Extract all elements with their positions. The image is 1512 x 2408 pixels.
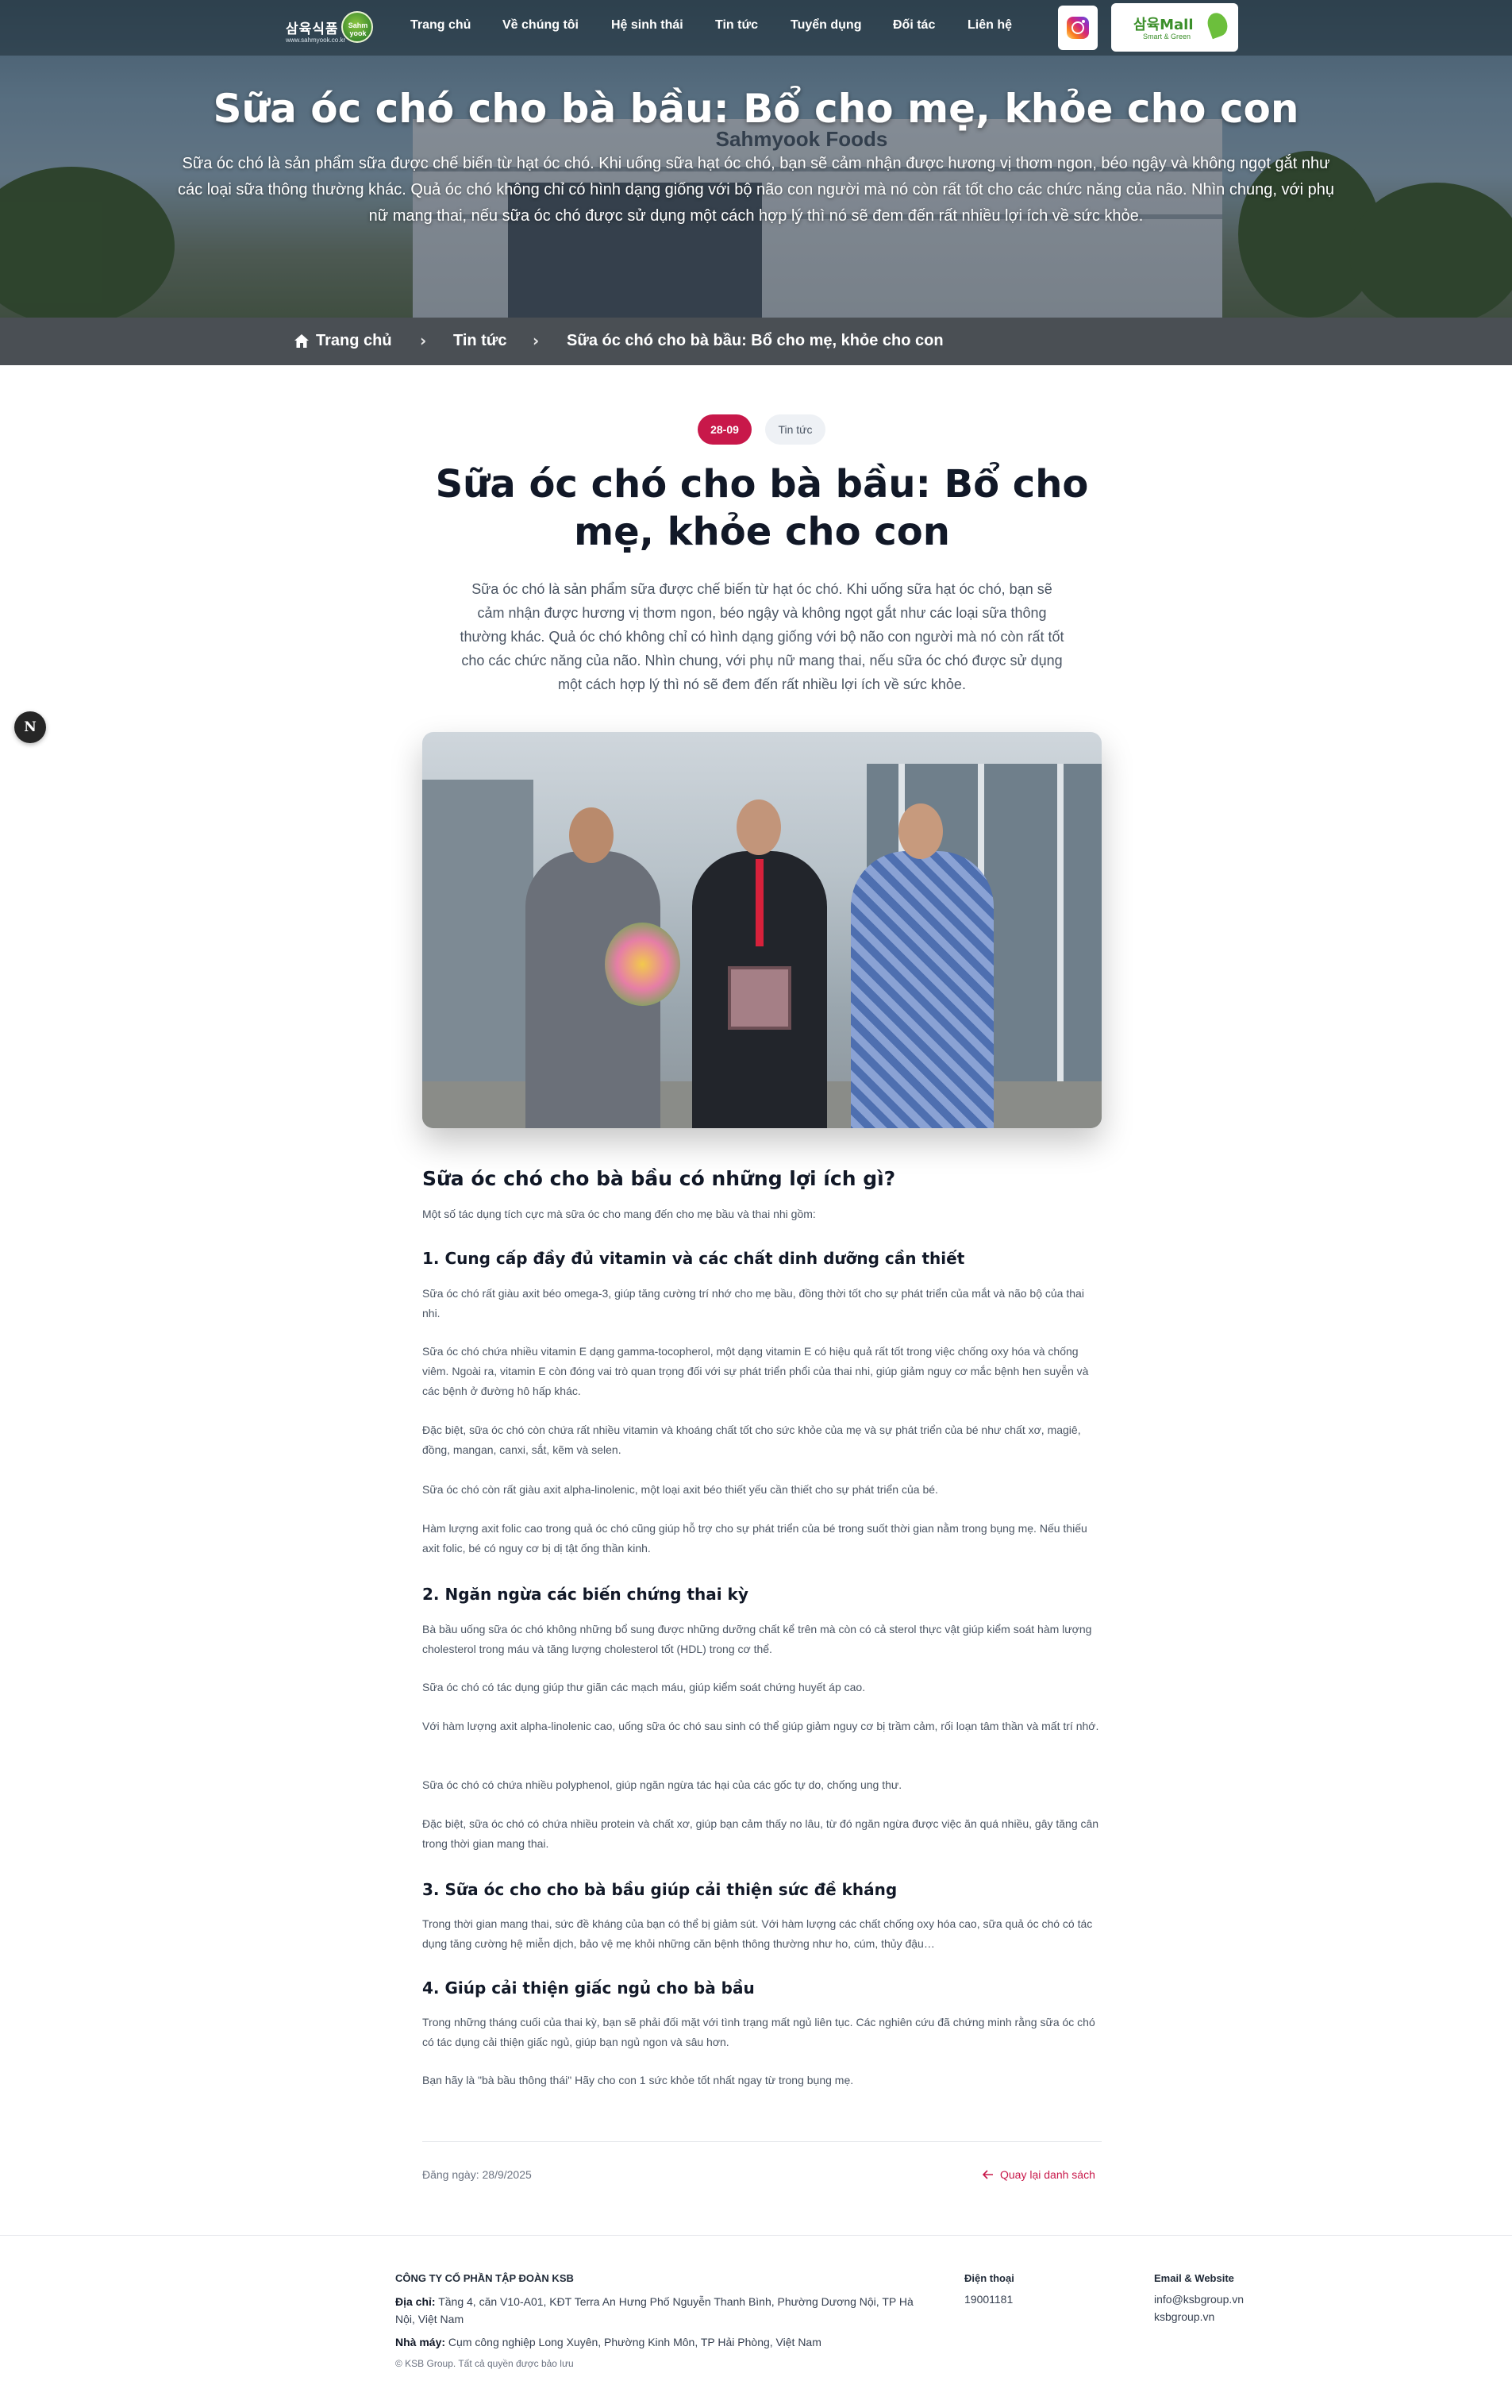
mall-title: 삼육Mall xyxy=(1133,17,1194,33)
footer-phone[interactable]: 19001181 xyxy=(964,2290,1013,2308)
hero-description: Sữa óc chó là sản phẩm sữa được chế biến… xyxy=(178,155,1334,225)
logo-url: www.sahmyook.co.kr xyxy=(286,37,346,44)
footer-address-value: Tầng 4, căn V10-A01, KĐT Terra An Hưng P… xyxy=(395,2295,914,2325)
paragraph: Với hàm lượng axit alpha-linolenic cao, … xyxy=(422,1720,1099,1732)
footer-factory: Nhà máy: Cụm công nghiệp Long Xuyên, Phư… xyxy=(395,2333,935,2351)
section-heading: Sữa óc chó cho bà bầu có những lợi ích g… xyxy=(422,1167,896,1190)
nav-item-ecosystem[interactable]: Hệ sinh thái xyxy=(611,18,683,33)
instagram-icon xyxy=(1067,17,1089,39)
hero-title: Sữa óc chó cho bà bầu: Bổ cho mẹ, khỏe c… xyxy=(213,86,1299,132)
hero-banner: Sahmyook Foods 삼육식품 www.sahmyook.co.kr S… xyxy=(0,0,1512,318)
nav-item-news[interactable]: Tin tức xyxy=(715,18,758,33)
paragraph: Đặc biệt, sữa óc chó có chứa nhiều prote… xyxy=(422,1817,1099,1850)
intro-paragraph: Một số tác dụng tích cực mà sữa óc cho m… xyxy=(422,1208,816,1220)
footer-email-label: Email & Website xyxy=(1154,2272,1234,2284)
subheading-1: 1. Cung cấp đầy đủ vitamin và các chất d… xyxy=(422,1249,965,1268)
photo-tie xyxy=(756,859,764,946)
nav-item-careers[interactable]: Tuyển dụng xyxy=(791,18,861,33)
paragraph: Sữa óc chó có chứa nhiều polyphenol, giú… xyxy=(422,1778,902,1791)
photo-bouquet xyxy=(605,923,680,1006)
footer-website[interactable]: ksbgroup.vn xyxy=(1154,2308,1214,2325)
chevron-right-icon: › xyxy=(420,331,427,350)
footer-copyright: © KSB Group. Tất cả quyền được bảo lưu xyxy=(395,2358,574,2369)
home-icon xyxy=(294,334,309,348)
paragraph: Sữa óc chó có tác dụng giúp thư giãn các… xyxy=(422,1681,866,1693)
photo-person xyxy=(851,851,994,1128)
photo-frame xyxy=(1057,764,1064,1081)
footer-email[interactable]: info@ksbgroup.vn xyxy=(1154,2290,1244,2308)
instagram-link[interactable] xyxy=(1058,6,1098,50)
paragraph: Trong thời gian mang thai, sức đề kháng … xyxy=(422,1917,1093,1950)
subheading-3: 3. Sữa óc cho cho bà bầu giúp cải thiện … xyxy=(422,1880,898,1899)
top-navbar: 삼육식품 www.sahmyook.co.kr Sahm yook Trang … xyxy=(0,0,1512,56)
footer-factory-value: Cụm công nghiệp Long Xuyên, Phường Kinh … xyxy=(448,2336,821,2348)
footer-address-label: Địa chỉ: xyxy=(395,2295,436,2308)
subheading-2: 2. Ngăn ngừa các biến chứng thai kỳ xyxy=(422,1585,748,1604)
mall-subtitle: Smart & Green xyxy=(1143,33,1191,40)
arrow-left-icon xyxy=(982,2170,993,2179)
paragraph: Hàm lượng axit folic cao trong quả óc ch… xyxy=(422,1522,1087,1555)
article-divider xyxy=(422,2141,1102,2142)
photo-glass xyxy=(422,780,533,1081)
sahmyook-mall-link[interactable]: 삼육Mall Smart & Green xyxy=(1111,3,1238,52)
site-logo[interactable]: 삼육식품 www.sahmyook.co.kr Sahm yook xyxy=(286,11,375,44)
photo-person-head xyxy=(569,807,614,863)
footer-address: Địa chỉ: Tầng 4, căn V10-A01, KĐT Terra … xyxy=(395,2293,927,2328)
logo-text: 삼육식품 xyxy=(286,21,339,37)
posted-date: Đăng ngày: 28/9/2025 xyxy=(422,2168,532,2181)
photo-person-head xyxy=(737,799,781,855)
paragraph: Bạn hãy là "bà bầu thông thái" Hãy cho c… xyxy=(422,2074,854,2086)
photo-certificate xyxy=(728,966,791,1030)
date-badge: 28-09 xyxy=(698,414,752,445)
article-lead: Sữa óc chó là sản phẩm sữa được chế biến… xyxy=(460,581,1064,692)
mall-leaf-icon xyxy=(1204,10,1231,40)
nav-item-contact[interactable]: Liên hệ xyxy=(968,18,1012,33)
photo-person-head xyxy=(898,803,943,859)
category-badge[interactable]: Tin tức xyxy=(765,414,825,445)
paragraph: Sữa óc chó rất giàu axit béo omega-3, gi… xyxy=(422,1287,1084,1320)
nav-item-home[interactable]: Trang chủ xyxy=(410,18,471,33)
logo-badge: Sahm yook xyxy=(341,11,373,43)
article-photo xyxy=(422,732,1102,1128)
footer-phone-label: Điện thoại xyxy=(964,2272,1014,2284)
paragraph: Bà bầu uống sữa óc chó không những bổ su… xyxy=(422,1623,1092,1655)
footer-factory-label: Nhà máy: xyxy=(395,2336,446,2348)
floating-n-button[interactable]: N xyxy=(14,711,46,743)
breadcrumb-home[interactable]: Trang chủ xyxy=(316,332,392,350)
breadcrumb-current: Sữa óc chó cho bà bầu: Bổ cho mẹ, khỏe c… xyxy=(567,332,944,349)
breadcrumb: Trang chủ › Tin tức › Sữa óc chó cho bà … xyxy=(0,318,1512,365)
breadcrumb-news[interactable]: Tin tức xyxy=(453,332,506,350)
paragraph: Đặc biệt, sữa óc chó còn chứa rất nhiều … xyxy=(422,1424,1081,1456)
paragraph: Sữa óc chó còn rất giàu axit alpha-linol… xyxy=(422,1483,938,1496)
subheading-4: 4. Giúp cải thiện giấc ngủ cho bà bầu xyxy=(422,1978,755,1998)
logo-badge-text: Sahm yook xyxy=(348,21,368,37)
back-to-list-label: Quay lại danh sách xyxy=(1000,2168,1095,2181)
article-title: Sữa óc chó cho bà bầu: Bổ cho mẹ, khỏe c… xyxy=(435,462,1089,554)
nav-item-partners[interactable]: Đối tác xyxy=(893,18,935,33)
back-to-list-link[interactable]: Quay lại danh sách xyxy=(982,2168,1095,2181)
chevron-right-icon: › xyxy=(533,331,540,350)
footer-company: CÔNG TY CỔ PHẦN TẬP ĐOÀN KSB xyxy=(395,2272,574,2284)
nav-item-about[interactable]: Về chúng tôi xyxy=(502,18,579,33)
footer-divider xyxy=(0,2235,1512,2236)
paragraph: Sữa óc chó chứa nhiều vitamin E dạng gam… xyxy=(422,1345,1089,1397)
paragraph: Trong những tháng cuối của thai kỳ, bạn … xyxy=(422,2016,1095,2048)
